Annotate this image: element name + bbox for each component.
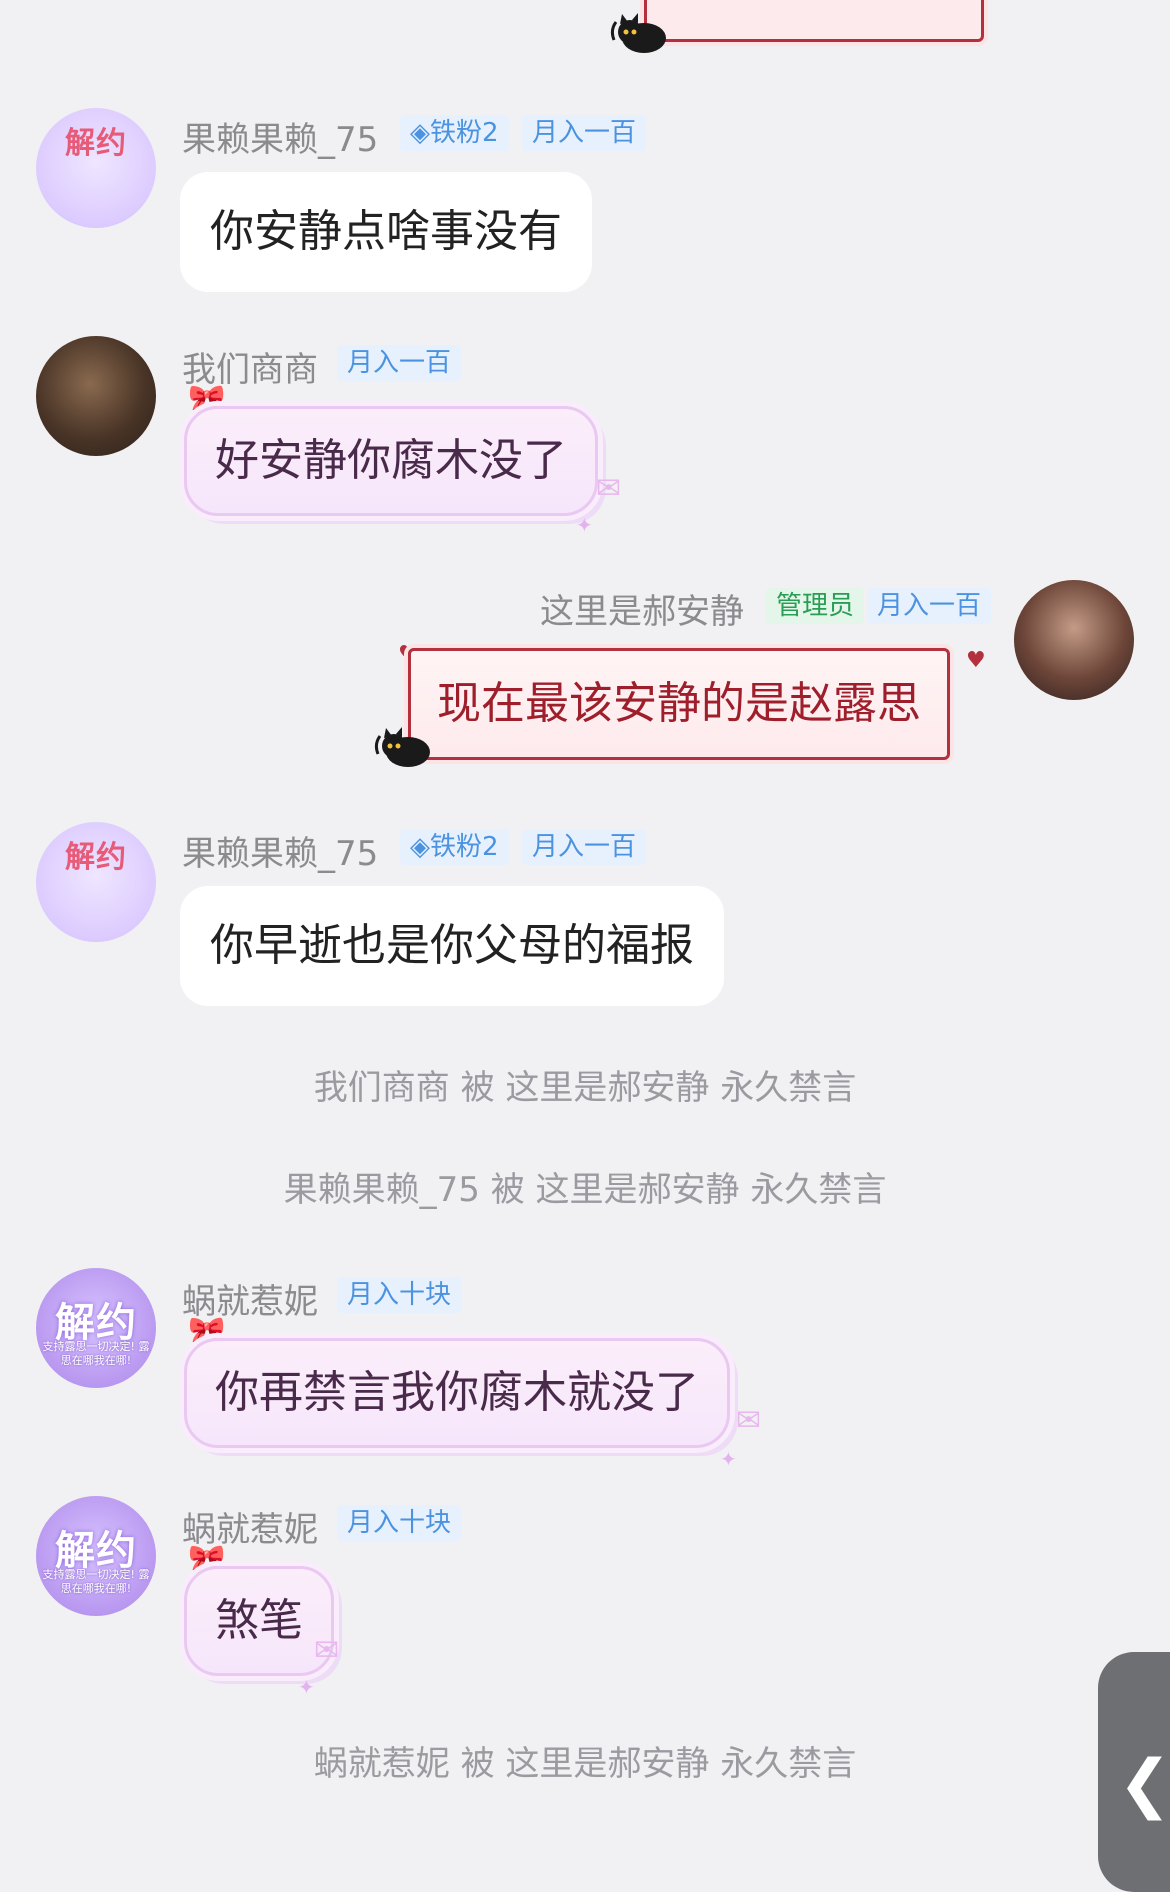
avatar[interactable]: 解约 支持露思一切决定! 露思在哪我在哪! bbox=[36, 1268, 156, 1388]
avatar[interactable]: 解约 bbox=[36, 822, 156, 942]
fan-level-badge: ◈铁粉2 bbox=[400, 829, 509, 865]
sparkle-icon: ✦ bbox=[576, 513, 593, 537]
sparkle-icon: ✦ bbox=[298, 1675, 315, 1699]
income-badge: 月入十块 bbox=[337, 1277, 462, 1313]
message-bubble[interactable]: 你安静点啥事没有 bbox=[180, 172, 592, 292]
income-badge: 月入一百 bbox=[337, 345, 462, 381]
system-message: 我们商商 被 这里是郝安静 永久禁言 bbox=[313, 1068, 857, 1108]
avatar-label: 解约 bbox=[65, 126, 127, 161]
income-badge: 月入一百 bbox=[522, 829, 647, 865]
income-badge: 月入一百 bbox=[867, 588, 992, 624]
system-message: 果赖果赖_75 被 这里是郝安静 永久禁言 bbox=[283, 1170, 887, 1210]
diamond-icon: ◈ bbox=[410, 118, 430, 148]
envelope-icon: ✉ bbox=[736, 1403, 762, 1438]
message-bubble[interactable]: 你早逝也是你父母的福报 bbox=[180, 886, 724, 1006]
avatar[interactable]: 解约 支持露思一切决定! 露思在哪我在哪! bbox=[36, 1496, 156, 1616]
black-cat-icon bbox=[610, 13, 666, 53]
message-bubble[interactable]: 你再禁言我你腐木就没了 bbox=[184, 1338, 730, 1448]
message-bubble[interactable]: 煞笔 bbox=[184, 1566, 334, 1676]
sparkle-icon: ✦ bbox=[720, 1447, 737, 1471]
system-message: 蜗就惹妮 被 这里是郝安静 永久禁言 bbox=[313, 1744, 857, 1784]
message-bubble[interactable]: 好安静你腐木没了 bbox=[184, 406, 598, 516]
top-partial-bubble bbox=[644, 0, 984, 42]
black-cat-icon bbox=[374, 727, 430, 767]
avatar[interactable]: 解约 bbox=[36, 108, 156, 228]
avatar-label: 解约 bbox=[65, 840, 127, 875]
side-panel-handle[interactable]: ❮ bbox=[1098, 1652, 1170, 1892]
avatar[interactable] bbox=[1014, 580, 1134, 700]
username[interactable]: 果赖果赖_75 bbox=[182, 826, 378, 875]
avatar-subtext: 支持露思一切决定! 露思在哪我在哪! bbox=[42, 1340, 150, 1367]
envelope-icon: ✉ bbox=[596, 471, 622, 506]
fan-level-badge: ◈铁粉2 bbox=[400, 115, 509, 151]
username[interactable]: 果赖果赖_75 bbox=[182, 112, 378, 161]
heart-icon: ♥ bbox=[966, 648, 986, 673]
envelope-icon: ✉ bbox=[314, 1633, 340, 1668]
income-badge: 月入十块 bbox=[337, 1505, 462, 1541]
username[interactable]: 这里是郝安静 bbox=[540, 584, 744, 633]
avatar-subtext: 支持露思一切决定! 露思在哪我在哪! bbox=[42, 1568, 150, 1595]
avatar[interactable] bbox=[36, 336, 156, 456]
admin-badge: 管理员 bbox=[766, 588, 865, 624]
diamond-icon: ◈ bbox=[410, 832, 430, 862]
chevron-left-icon: ❮ bbox=[1118, 1747, 1170, 1821]
message-bubble[interactable]: 现在最该安静的是赵露思 bbox=[408, 648, 950, 760]
income-badge: 月入一百 bbox=[522, 115, 647, 151]
